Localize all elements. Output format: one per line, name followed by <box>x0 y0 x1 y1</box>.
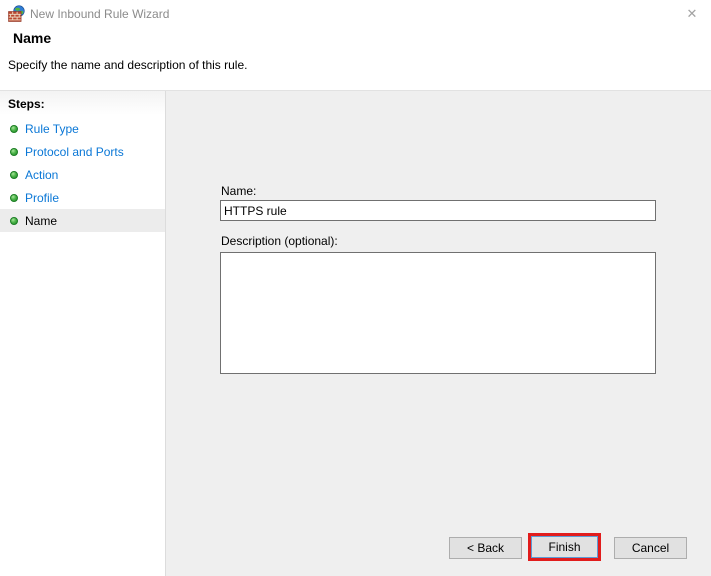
firewall-icon <box>8 5 25 22</box>
step-bullet-icon <box>10 193 18 202</box>
title-bar: New Inbound Rule Wizard ✕ <box>0 0 711 28</box>
close-icon[interactable]: ✕ <box>681 4 703 24</box>
description-textarea[interactable] <box>220 252 656 374</box>
description-field-label: Description (optional): <box>221 234 338 248</box>
sidebar-item-action[interactable]: Action <box>0 163 165 186</box>
finish-button[interactable]: Finish <box>531 536 598 558</box>
rule-name-input[interactable] <box>220 200 656 221</box>
main-panel: Name: Description (optional): < Back Fin… <box>166 91 711 576</box>
cancel-button[interactable]: Cancel <box>614 537 687 559</box>
back-button[interactable]: < Back <box>449 537 522 559</box>
step-bullet-icon <box>10 147 18 156</box>
steps-sidebar: Steps: Rule Type Protocol and Ports Acti… <box>0 91 166 576</box>
step-label: Protocol and Ports <box>25 144 124 159</box>
step-label: Name <box>25 213 58 228</box>
steps-heading: Steps: <box>8 97 45 111</box>
finish-button-highlight: Finish <box>528 533 601 561</box>
sidebar-item-name[interactable]: Name <box>0 209 165 232</box>
step-bullet-icon <box>10 216 18 225</box>
step-label: Action <box>25 167 59 182</box>
wizard-body: Steps: Rule Type Protocol and Ports Acti… <box>0 90 711 576</box>
page-subtitle: Specify the name and description of this… <box>8 58 248 72</box>
wizard-dialog: New Inbound Rule Wizard ✕ Name Specify t… <box>0 0 711 576</box>
sidebar-item-profile[interactable]: Profile <box>0 186 165 209</box>
step-bullet-icon <box>10 170 18 179</box>
step-bullet-icon <box>10 124 18 133</box>
name-field-label: Name: <box>221 184 257 198</box>
sidebar-item-protocol-and-ports[interactable]: Protocol and Ports <box>0 140 165 163</box>
step-label: Profile <box>25 190 60 205</box>
sidebar-item-rule-type[interactable]: Rule Type <box>0 117 165 140</box>
window-title: New Inbound Rule Wizard <box>30 7 170 21</box>
page-title: Name <box>13 30 52 46</box>
step-label: Rule Type <box>25 121 79 136</box>
